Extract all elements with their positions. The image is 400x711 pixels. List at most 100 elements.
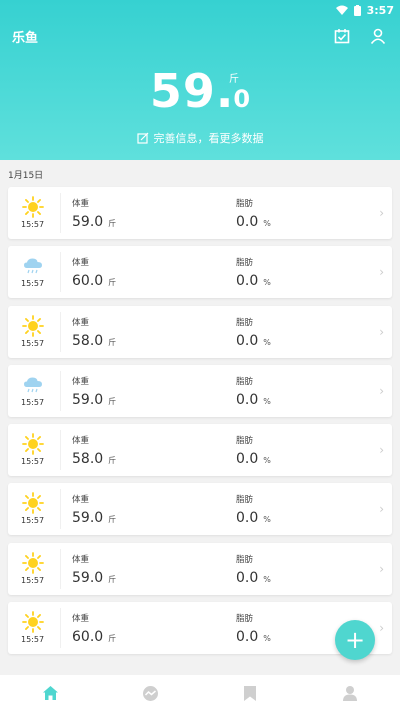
record-time: 15:57	[21, 516, 45, 526]
chevron-right-icon: ›	[379, 502, 384, 517]
fat-value: 0.0	[236, 510, 259, 527]
weight-label: 体重	[72, 258, 90, 269]
weight-unit: 斤	[229, 74, 239, 85]
fat-unit: %	[263, 634, 271, 644]
tab-trend[interactable]	[100, 675, 200, 711]
fat-label: 脂肪	[236, 554, 254, 565]
fat-value-group: 0.0%	[236, 392, 271, 408]
complete-info-text: 完善信息，看更多数据	[153, 132, 264, 145]
fat-label: 脂肪	[236, 495, 254, 506]
complete-info-link[interactable]: 完善信息，看更多数据	[0, 130, 400, 146]
bookmark-icon	[244, 685, 256, 701]
calendar-button[interactable]	[330, 24, 354, 48]
weight-unit: 斤	[108, 396, 117, 406]
date-label: 1月15日	[8, 171, 44, 181]
divider	[60, 430, 61, 471]
fat-value-group: 0.0%	[236, 570, 271, 586]
current-weight: 59.0	[0, 64, 400, 118]
fat-value: 0.0	[236, 569, 259, 586]
weight-value-group: 58.0 斤	[72, 333, 116, 349]
record-time: 15:57	[21, 457, 45, 467]
weight-label: 体重	[72, 495, 90, 506]
add-record-button[interactable]: +	[335, 620, 375, 660]
record-card[interactable]: 15:57 体重 59.0 斤 脂肪 0.0% ›	[8, 364, 392, 417]
chevron-right-icon: ›	[379, 383, 384, 398]
record-card[interactable]: 15:57 体重 59.0 斤 脂肪 0.0% ›	[8, 187, 392, 239]
weight-value: 60.0	[72, 629, 104, 646]
weight-label: 体重	[72, 554, 90, 565]
chevron-right-icon: ›	[379, 443, 384, 458]
chevron-right-icon: ›	[379, 265, 384, 280]
divider	[60, 193, 61, 233]
weight-integer: 59	[149, 64, 216, 118]
fat-label: 脂肪	[236, 317, 254, 328]
weight-unit: 斤	[108, 219, 117, 228]
fat-unit: %	[263, 337, 271, 347]
weight-unit: 斤	[108, 337, 117, 347]
weight-value: 58.0	[72, 332, 104, 349]
rain-icon	[24, 258, 42, 274]
record-card[interactable]: 15:57 体重 58.0 斤 脂肪 0.0% ›	[8, 424, 392, 477]
user-icon	[370, 28, 386, 44]
fat-label: 脂肪	[236, 436, 254, 447]
weight-unit: 斤	[108, 515, 117, 525]
sunny-icon	[22, 196, 44, 218]
sunny-icon	[22, 492, 44, 515]
record-card[interactable]: 15:57 体重 58.0 斤 脂肪 0.0% ›	[8, 305, 392, 358]
weight-unit: 斤	[108, 278, 117, 288]
tab-home[interactable]	[0, 675, 100, 711]
record-list: 15:57 体重 59.0 斤脂肪 0.0% › 15:57 体重 60.0 斤脂肪 0.0% › 15…	[8, 187, 392, 661]
weight-unit: 斤	[108, 634, 117, 644]
fat-value-group: 0.0%	[236, 273, 271, 289]
fat-value: 0.0	[236, 214, 259, 230]
divider	[60, 489, 61, 530]
weight-value: 59.0	[72, 214, 104, 230]
weight-unit: 斤	[108, 456, 117, 466]
status-bar: 3:57	[335, 0, 394, 20]
header: 3:57 乐鱼 59.0 斤 完善信息，看更多数据	[0, 0, 400, 160]
weight-label: 体重	[72, 199, 90, 209]
fat-unit: %	[263, 515, 271, 525]
record-card[interactable]: 15:57 体重 59.0 斤 脂肪 0.0% ›	[8, 483, 392, 536]
trend-icon	[142, 685, 158, 701]
battery-icon	[353, 4, 361, 16]
fat-value-group: 0.0%	[236, 333, 271, 349]
weight-unit: 斤	[108, 574, 117, 584]
app-bar: 乐鱼	[0, 24, 400, 50]
record-time: 15:57	[21, 635, 45, 645]
edit-icon	[136, 132, 148, 144]
record-card[interactable]: 15:57 体重 60.0 斤 脂肪 0.0% ›	[8, 602, 392, 655]
chevron-right-icon: ›	[379, 561, 384, 576]
tab-bookmark[interactable]	[200, 675, 300, 711]
profile-icon	[343, 685, 357, 701]
fat-unit: %	[263, 396, 271, 406]
fat-unit: %	[263, 219, 271, 228]
fat-label: 脂肪	[236, 376, 254, 387]
user-button[interactable]	[366, 24, 390, 48]
record-time: 15:57	[21, 338, 45, 348]
bottom-nav	[0, 675, 400, 711]
weight-value: 59.0	[72, 569, 104, 586]
weight-value-group: 59.0 斤	[72, 510, 116, 526]
weight-value-group: 58.0 斤	[72, 451, 116, 467]
tab-profile[interactable]	[300, 675, 400, 711]
rain-icon	[24, 377, 42, 393]
sunny-icon	[22, 611, 44, 633]
weight-label: 体重	[72, 376, 90, 387]
fat-value: 0.0	[236, 273, 259, 290]
wifi-icon	[335, 5, 348, 15]
home-icon	[42, 686, 58, 700]
fat-value: 0.0	[236, 629, 259, 646]
divider	[60, 548, 61, 589]
record-card[interactable]: 15:57 体重 59.0 斤 脂肪 0.0% ›	[8, 542, 392, 595]
status-time: 3:57	[366, 3, 394, 17]
sunny-icon	[22, 551, 44, 574]
weight-value-group: 60.0 斤	[72, 629, 116, 645]
record-time: 15:57	[21, 575, 45, 585]
divider	[60, 608, 61, 649]
record-time: 15:57	[21, 397, 45, 407]
weight-value-group: 60.0 斤	[72, 273, 116, 289]
record-card[interactable]: 15:57 体重 60.0 斤 脂肪 0.0% ›	[8, 246, 392, 299]
weight-decimal: 0	[233, 85, 251, 113]
weight-value: 60.0	[72, 273, 104, 290]
